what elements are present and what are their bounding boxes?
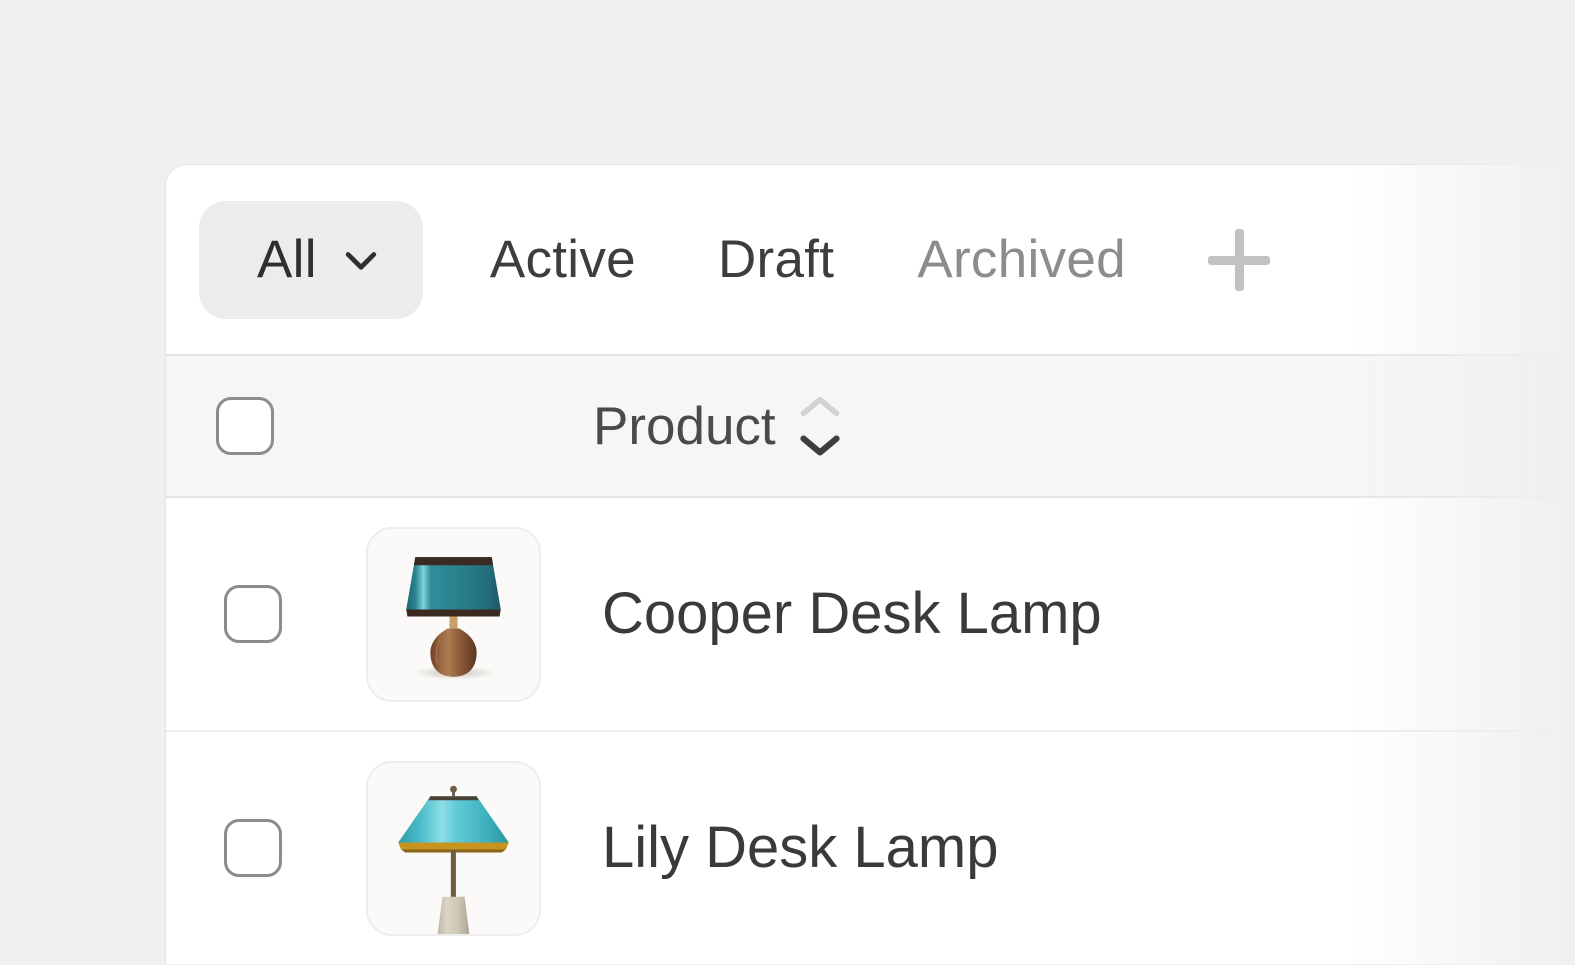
tab-all-label: All	[257, 230, 317, 289]
row-checkbox[interactable]	[224, 585, 282, 643]
select-all-cell	[166, 397, 358, 455]
row-select-cell	[166, 819, 358, 877]
teal-desk-lamp-image	[368, 528, 539, 700]
chevron-down-icon	[345, 251, 377, 270]
app-screen: All Active Draft Archived Product Cooper…	[0, 0, 1575, 965]
product-thumbnail[interactable]	[366, 760, 541, 936]
turquoise-desk-lamp-image	[368, 762, 539, 934]
column-header-product-label: Product	[593, 396, 776, 456]
sort-chevrons-icon[interactable]	[796, 395, 844, 457]
row-select-cell	[166, 585, 358, 643]
tab-draft[interactable]: Draft	[718, 233, 834, 286]
tab-archived[interactable]: Archived	[917, 233, 1126, 286]
table-row[interactable]: Cooper Desk Lamp	[166, 498, 1575, 732]
tab-active[interactable]: Active	[490, 233, 636, 286]
chevron-down-sort-icon	[800, 435, 840, 456]
table-header-row: Product	[166, 356, 1575, 498]
product-thumbnail[interactable]	[366, 526, 541, 702]
tab-bar: All Active Draft Archived	[166, 165, 1575, 356]
product-name: Lily Desk Lamp	[602, 815, 999, 880]
chevron-up-icon	[800, 396, 839, 417]
tab-all[interactable]: All	[199, 200, 423, 319]
add-tab-plus-icon[interactable]	[1207, 228, 1270, 291]
products-card: All Active Draft Archived Product Cooper…	[165, 164, 1575, 965]
column-header-product[interactable]: Product	[593, 395, 844, 457]
select-all-checkbox[interactable]	[216, 397, 274, 455]
table-row[interactable]: Lily Desk Lamp	[166, 732, 1575, 965]
product-name: Cooper Desk Lamp	[602, 581, 1102, 646]
row-checkbox[interactable]	[224, 819, 282, 877]
